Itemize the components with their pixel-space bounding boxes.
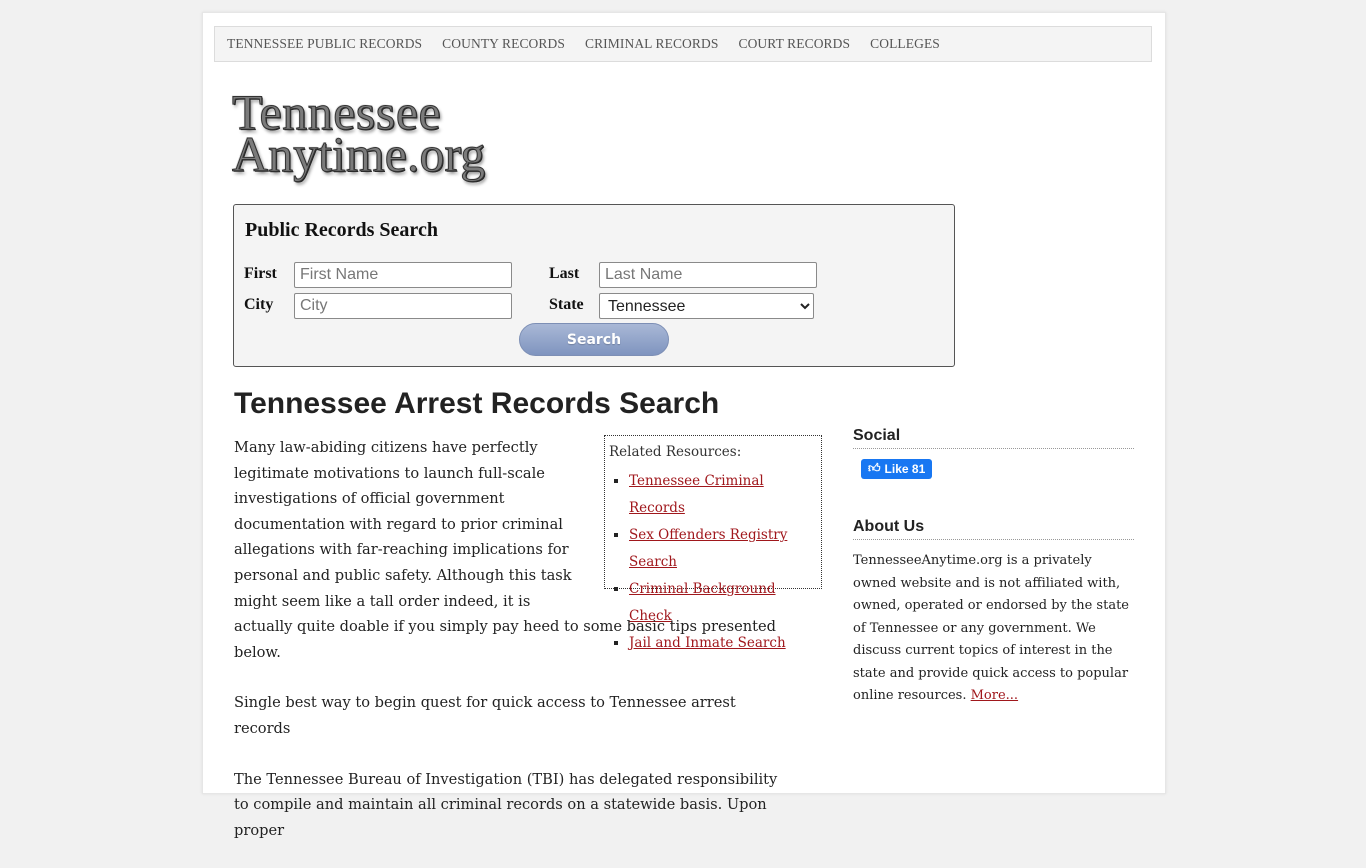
last-name-label: Last	[549, 265, 580, 282]
logo-line-2: Anytime.org	[231, 126, 486, 182]
nav-criminal-records[interactable]: CRIMINAL RECORDS	[585, 36, 719, 52]
top-navigation: TENNESSEE PUBLIC RECORDS COUNTY RECORDS …	[214, 26, 1152, 62]
page-container: TENNESSEE PUBLIC RECORDS COUNTY RECORDS …	[202, 12, 1166, 839]
first-name-input[interactable]	[294, 262, 512, 288]
nav-court-records[interactable]: COURT RECORDS	[738, 36, 850, 52]
article-subheading: Single best way to begin quest for quick…	[234, 694, 736, 737]
related-item: Sex Offenders Registry Search	[629, 522, 817, 576]
city-label: City	[244, 296, 274, 313]
search-button[interactable]: Search	[519, 323, 669, 356]
like-label: Like	[884, 461, 909, 476]
nav-tennessee-public-records[interactable]: TENNESSEE PUBLIC RECORDS	[227, 36, 422, 52]
article-paragraph-tbi: The Tennessee Bureau of Investigation (T…	[234, 770, 778, 839]
last-name-input[interactable]	[599, 262, 817, 288]
about-us-text: TennesseeAnytime.org is a privately owne…	[853, 550, 1134, 708]
article-body: Related Resources: Tennessee Criminal Re…	[234, 435, 822, 868]
social-heading: Social	[853, 427, 1134, 449]
link-tennessee-criminal-records[interactable]: Tennessee Criminal Records	[629, 473, 764, 516]
sidebar: Social 👍︎ Like 81 About Us TennesseeAnyt…	[853, 427, 1134, 708]
page-title: Tennessee Arrest Records Search	[234, 387, 720, 420]
nav-colleges[interactable]: COLLEGES	[870, 36, 940, 52]
link-sex-offenders-registry-search[interactable]: Sex Offenders Registry Search	[629, 527, 787, 570]
about-us-description: TennesseeAnytime.org is a privately owne…	[853, 553, 1129, 703]
thumbs-up-icon: 👍︎	[868, 461, 881, 475]
nav-county-records[interactable]: COUNTY RECORDS	[442, 36, 565, 52]
public-records-search-form: Public Records Search First Last City St…	[233, 204, 955, 367]
facebook-like-button[interactable]: 👍︎ Like 81	[861, 459, 933, 479]
about-more-link[interactable]: More...	[971, 688, 1018, 703]
city-input[interactable]	[294, 293, 512, 319]
related-item: Tennessee Criminal Records	[629, 468, 817, 522]
related-resources-box: Related Resources: Tennessee Criminal Re…	[604, 435, 822, 651]
state-label: State	[549, 296, 584, 313]
search-form-title: Public Records Search	[245, 219, 438, 241]
first-name-label: First	[244, 265, 277, 282]
state-select[interactable]: Tennessee	[599, 293, 814, 319]
like-count: 81	[911, 461, 926, 476]
about-us-heading: About Us	[853, 518, 1134, 540]
site-logo[interactable]: Tennessee Anytime.org	[231, 87, 486, 182]
related-resources-title: Related Resources:	[609, 444, 742, 460]
